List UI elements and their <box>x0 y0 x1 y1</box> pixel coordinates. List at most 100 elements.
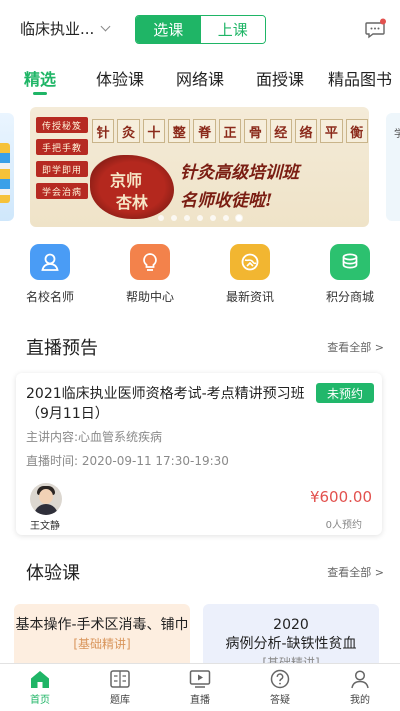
qa-icon <box>270 669 290 689</box>
chevron-down-icon <box>100 21 111 32</box>
quick-link-help[interactable]: 帮助中心 <box>110 244 190 305</box>
nav-label: 首页 <box>30 695 50 706</box>
banner-slogan-line: 针灸高级培训班 <box>180 163 299 183</box>
quick-link-teachers[interactable]: 名校名师 <box>10 244 90 305</box>
ribbon-character: 平 <box>320 119 343 143</box>
banner-stamp: 传授秘笈 <box>36 117 88 133</box>
trial-view-all-link[interactable]: 查看全部 > <box>327 564 384 580</box>
tab-online[interactable]: 网络课 <box>176 66 224 90</box>
ribbon-character: 十 <box>142 119 166 143</box>
course-price: ¥600.00 <box>309 488 372 506</box>
nav-profile[interactable]: 我的 <box>320 664 400 711</box>
trial-course-card[interactable]: 2020 病例分析-缺铁性贫血 [基础精讲] <box>203 604 379 664</box>
reserve-status-badge[interactable]: 未预约 <box>316 383 374 403</box>
exam-category-selector[interactable]: 临床执业... <box>20 18 111 39</box>
trial-course-card[interactable]: 基本操作-手术区消毒、铺巾 [基础精讲] <box>14 604 190 664</box>
nav-label: 我的 <box>350 695 370 706</box>
nav-live[interactable]: 直播 <box>160 664 240 711</box>
carousel-dot[interactable] <box>157 215 164 221</box>
seal-text: 杏林 <box>116 193 149 212</box>
segment-select-course[interactable]: 选课 <box>136 16 201 43</box>
live-course-title: 2021临床执业医师资格考试-考点精讲预习班（9月11日） <box>26 386 305 422</box>
banner-prev-peek[interactable] <box>0 113 14 221</box>
ribbon-character: 整 <box>168 119 191 143</box>
avatar-face <box>39 489 53 504</box>
exam-category-label: 临床执业... <box>20 20 95 38</box>
nav-label: 题库 <box>110 695 130 706</box>
quick-link-label: 积分商城 <box>325 290 374 304</box>
ribbon-character: 经 <box>269 119 292 143</box>
active-tab-indicator <box>33 92 47 95</box>
carousel-dot[interactable] <box>222 215 229 221</box>
ribbon-character: 衡 <box>345 119 368 143</box>
banner-stamp: 即学即用 <box>36 161 88 177</box>
live-course-card[interactable]: 2021临床执业医师资格考试-考点精讲预习班（9月11日） 未预约 主讲内容:心… <box>16 373 382 535</box>
question-bank-icon <box>110 670 130 688</box>
bottom-nav: 首页 题库 直播 答疑 我的 <box>0 663 400 711</box>
trial-course-tag: [基础精讲] <box>73 637 131 651</box>
lightbulb-icon <box>130 244 170 280</box>
banner-stamp: 手把手教 <box>36 139 88 155</box>
tab-featured[interactable]: 精选 <box>24 66 56 90</box>
teacher-icon <box>30 244 70 280</box>
ribbon-character: 灸 <box>117 119 140 143</box>
banner-ribbon: 针灸十整脊正骨经络平衡 <box>92 119 368 143</box>
home-icon <box>31 671 49 688</box>
category-tabs: 精选 体验课 网络课 面授课 精品图书 <box>0 66 400 96</box>
profile-icon <box>351 670 369 689</box>
nav-home[interactable]: 首页 <box>0 664 80 711</box>
quick-link-points-mall[interactable]: 积分商城 <box>310 244 390 305</box>
ribbon-character: 针 <box>92 119 115 143</box>
seal-text: 京师 <box>110 171 143 190</box>
carousel-dot[interactable] <box>183 215 190 221</box>
banner-slogan: 针灸高级培训班 名师收徒啦! <box>180 159 299 215</box>
ribbon-character: 骨 <box>244 119 267 143</box>
quick-link-label: 帮助中心 <box>125 290 174 304</box>
message-icon[interactable] <box>364 18 386 40</box>
segment-attend-class[interactable]: 上课 <box>200 16 265 43</box>
tab-trial[interactable]: 体验课 <box>96 66 144 90</box>
ribbon-character: 正 <box>218 119 242 143</box>
ribbon-character: 络 <box>294 119 318 143</box>
tab-offline[interactable]: 面授课 <box>256 66 304 90</box>
carousel-dot[interactable] <box>170 215 177 221</box>
nav-qa[interactable]: 答疑 <box>240 664 320 711</box>
banner-carousel[interactable]: 传授秘笈 手把手教 即学即用 学会治病 针灸十整脊正骨经络平衡 京师 杏林 针灸… <box>0 107 400 227</box>
live-course-time: 直播时间: 2020-09-11 17:30-19:30 <box>26 454 229 468</box>
quick-link-news[interactable]: 最新资讯 <box>210 244 290 305</box>
live-course-content: 主讲内容:心血管系统疾病 <box>26 430 163 444</box>
books-illustration <box>0 143 10 203</box>
banner-seal: 京师 杏林 <box>90 155 174 219</box>
ribbon-character: 脊 <box>193 119 216 143</box>
banner-next-text: 学 <box>394 129 400 140</box>
teacher-name: 王文静 <box>30 521 60 532</box>
live-icon <box>189 670 211 688</box>
banner-next-peek[interactable]: 学 <box>386 113 400 221</box>
news-icon <box>230 244 270 280</box>
banner-stamp: 学会治病 <box>36 183 88 199</box>
coins-icon <box>330 244 370 280</box>
trial-course-title: 基本操作-手术区消毒、铺巾 <box>15 617 189 633</box>
carousel-dot[interactable] <box>196 215 203 221</box>
live-section-title: 直播预告 <box>26 338 98 359</box>
avatar-body <box>34 504 58 515</box>
carousel-dots <box>30 215 369 221</box>
carousel-dot[interactable] <box>235 215 242 221</box>
live-view-all-link[interactable]: 查看全部 > <box>327 339 384 355</box>
banner-stamps: 传授秘笈 手把手教 即学即用 学会治病 <box>36 117 88 205</box>
booked-count: 0人预约 <box>325 520 362 531</box>
banner-slide[interactable]: 传授秘笈 手把手教 即学即用 学会治病 针灸十整脊正骨经络平衡 京师 杏林 针灸… <box>30 107 369 227</box>
mode-segmented-control: 选课 上课 <box>135 15 266 44</box>
nav-question-bank[interactable]: 题库 <box>80 664 160 711</box>
nav-label: 答疑 <box>270 695 290 706</box>
trial-course-title: 2020 病例分析-缺铁性贫血 <box>225 617 357 652</box>
quick-link-label: 最新资讯 <box>225 290 274 304</box>
banner-slogan-line: 名师收徒啦! <box>180 191 273 211</box>
carousel-dot[interactable] <box>209 215 216 221</box>
trial-section-title: 体验课 <box>26 563 80 584</box>
nav-label: 直播 <box>190 695 210 706</box>
quick-links: 名校名师 帮助中心 最新资讯 积分商城 <box>0 244 400 310</box>
tab-books[interactable]: 精品图书 <box>328 66 392 90</box>
teacher-avatar <box>30 483 62 515</box>
top-bar: 临床执业... 选课 上课 <box>0 0 400 58</box>
